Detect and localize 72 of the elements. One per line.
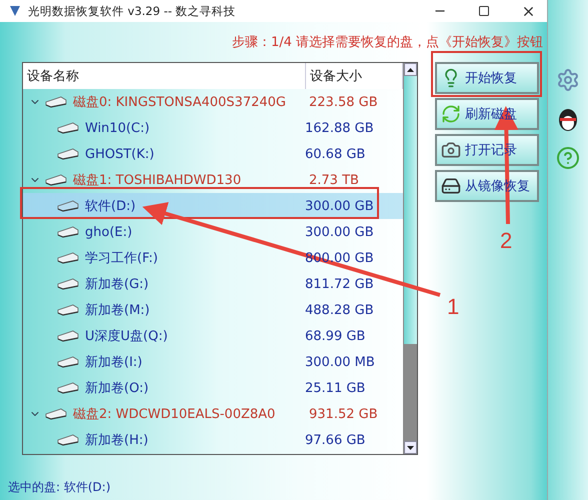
- volume-size: 25.11 GB: [305, 380, 366, 396]
- volume-row[interactable]: 新加卷(M:) 488.28 GB: [23, 297, 403, 323]
- volume-name: GHOST(K:): [84, 146, 156, 162]
- volume-size: 60.68 GB: [305, 146, 366, 162]
- drive-icon: [45, 96, 67, 108]
- drive-icon: [57, 356, 79, 368]
- disk-row[interactable]: 磁盘1: TOSHIBAHDWD130 2.73 TB: [23, 167, 403, 193]
- maximize-icon: [478, 5, 490, 17]
- volume-name: Win10(C:): [84, 120, 151, 136]
- volume-row[interactable]: 新加卷(I:) 300.00 MB: [23, 349, 403, 375]
- status-text: 选中的盘: 软件(D:): [8, 478, 111, 496]
- volume-row[interactable]: U深度U盘(Q:) 68.99 GB: [23, 323, 403, 349]
- drive-icon: [57, 330, 79, 342]
- window-title: 光明数据恢复软件 v3.29 -- 数之寻科技: [28, 4, 237, 18]
- volume-row[interactable]: 新加卷(G:) 811.72 GB: [23, 271, 403, 297]
- volume-size: 68.99 GB: [305, 328, 366, 344]
- drive-icon: [45, 408, 67, 420]
- volume-name: 学习工作(F:): [84, 250, 159, 267]
- volume-name: U深度U盘(Q:): [84, 328, 169, 345]
- drive-icon: [57, 252, 79, 264]
- volume-name: 新加卷(H:): [84, 432, 150, 449]
- disk-size: 2.73 TB: [309, 172, 359, 188]
- volume-size: 97.66 GB: [305, 432, 366, 448]
- volume-name: 软件(D:): [84, 198, 137, 215]
- scroll-thumb[interactable]: [404, 76, 417, 344]
- volume-row[interactable]: 新加卷(H:) 97.66 GB: [23, 427, 403, 453]
- volume-size: 300.00 GB: [305, 198, 374, 214]
- step-hint: 步骤：1/4 请选择需要恢复的盘，点《开始恢复》按钮: [232, 34, 544, 51]
- drive-icon: [57, 122, 79, 134]
- annotation-number: 2: [500, 228, 512, 254]
- volume-row[interactable]: 新加卷(O:) 25.11 GB: [23, 375, 403, 401]
- volume-name: 新加卷(G:): [84, 276, 150, 293]
- hard-drive-icon: [441, 176, 461, 196]
- volume-name: 新加卷(M:): [84, 302, 151, 319]
- volume-size: 811.72 GB: [305, 276, 374, 292]
- drive-icon: [45, 174, 67, 186]
- drive-icon: [57, 148, 79, 160]
- scrollbar[interactable]: [403, 63, 417, 454]
- action-button[interactable]: 开始恢复: [435, 62, 539, 94]
- volume-row[interactable]: gho(E:) 300.00 GB: [23, 219, 403, 245]
- column-header[interactable]: 设备大小: [306, 63, 403, 89]
- disk-size: 931.52 GB: [309, 406, 378, 422]
- down-arrow-icon: [407, 446, 414, 450]
- column-header[interactable]: 设备名称: [23, 63, 306, 89]
- bird-icon[interactable]: [557, 106, 579, 132]
- disk-row[interactable]: 磁盘2: WDCWD10EALS-00Z8A0 931.52 GB: [23, 401, 403, 427]
- disk-name: 磁盘2: WDCWD10EALS-00Z8A0: [72, 406, 276, 423]
- drive-icon: [57, 278, 79, 290]
- annotation-number: 1: [447, 294, 460, 320]
- volume-size: 300.00 MB: [305, 354, 375, 370]
- volume-name: 新加卷(O:): [84, 380, 150, 397]
- disk-name: 磁盘1: TOSHIBAHDWD130: [72, 172, 242, 189]
- volume-row[interactable]: GHOST(K:) 60.68 GB: [23, 141, 403, 167]
- drive-icon: [57, 226, 79, 238]
- volume-size: 488.28 GB: [305, 302, 374, 318]
- app-icon: [8, 4, 22, 18]
- volume-size: 162.88 GB: [305, 120, 374, 136]
- camera-icon: [441, 140, 461, 160]
- disk-name: 磁盘0: KINGSTONSA400S37240G: [72, 94, 287, 111]
- drive-icon: [57, 382, 79, 394]
- refresh-icon: [441, 104, 461, 124]
- disk-row[interactable]: 磁盘0: KINGSTONSA400S37240G 223.58 GB: [23, 89, 403, 115]
- volume-row[interactable]: Win10(C:) 162.88 GB: [23, 115, 403, 141]
- drive-icon: [57, 434, 79, 446]
- gear-icon[interactable]: [556, 68, 580, 92]
- drive-icon: [57, 200, 79, 212]
- volume-name: 新加卷(I:): [84, 354, 144, 371]
- volume-size: 300.00 GB: [305, 224, 374, 240]
- drive-icon: [57, 304, 79, 316]
- up-arrow-icon: [407, 68, 414, 72]
- volume-name: gho(E:): [84, 224, 134, 240]
- disk-size: 223.58 GB: [309, 94, 378, 110]
